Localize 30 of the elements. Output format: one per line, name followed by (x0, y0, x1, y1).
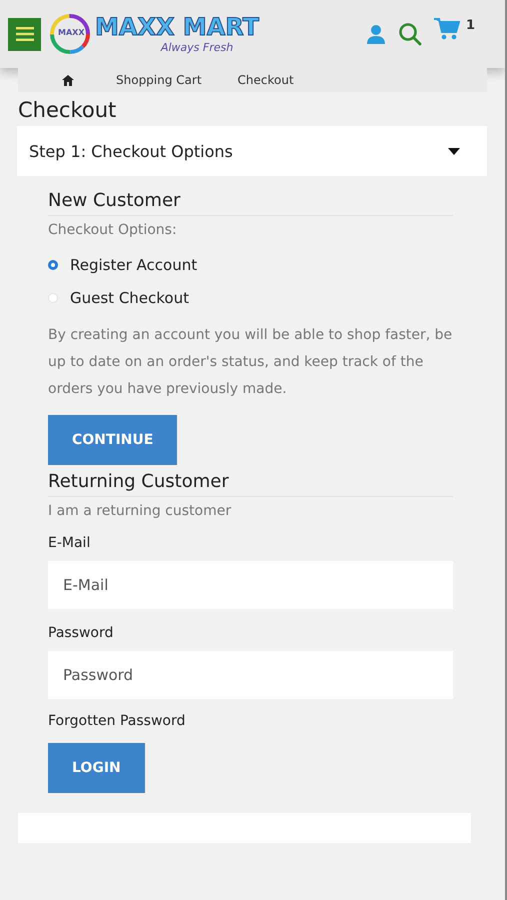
section-heading: Returning Customer (48, 471, 453, 497)
user-icon[interactable] (366, 24, 386, 44)
forgot-password-link[interactable]: Forgotten Password (48, 713, 453, 729)
section-subheading: I am a returning customer (48, 503, 232, 519)
input-field[interactable]: Password (48, 651, 453, 699)
section-subheading: Checkout Options: (48, 222, 178, 238)
cart-count: 1 (466, 18, 475, 33)
menu-button[interactable] (8, 18, 41, 50)
cart-icon[interactable] (434, 18, 460, 40)
login-button[interactable]: LOGIN (48, 743, 145, 793)
radio-button[interactable] (48, 260, 58, 270)
step-header[interactable]: Step 1: Checkout Options (17, 126, 487, 176)
tagline: Always Fresh (160, 40, 234, 54)
breadcrumb-link[interactable]: Checkout (220, 73, 312, 87)
input-field[interactable]: E-Mail (48, 561, 453, 609)
caret-icon (448, 148, 460, 154)
option-label[interactable]: Register Account (70, 256, 198, 274)
description-text: By creating an account you will be able to shop faster, be up to date on an order's status, and keep track of the orders you have previously made. (48, 326, 453, 399)
menu-icon (16, 27, 34, 41)
page-title: Checkout (18, 98, 118, 122)
home-icon (62, 74, 74, 86)
option-label[interactable]: Guest Checkout (70, 288, 189, 306)
logo-label: MAXX (58, 28, 84, 37)
field-label: Password (48, 625, 114, 641)
breadcrumb-link[interactable]: Shopping Cart (98, 73, 220, 87)
section-heading: New Customer (48, 190, 453, 216)
search-icon[interactable] (398, 22, 422, 46)
field-label: E-Mail (48, 535, 92, 551)
logo-text: MAXX MART (95, 14, 260, 41)
continue-button[interactable]: CONTINUE (48, 415, 178, 465)
